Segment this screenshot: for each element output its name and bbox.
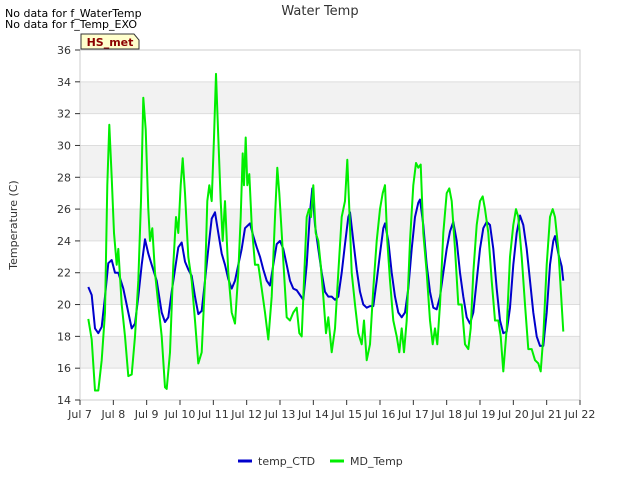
- x-tick-label: Jul 18: [430, 408, 462, 421]
- x-tick-label: Jul 16: [364, 408, 396, 421]
- y-tick-label: 26: [57, 203, 71, 216]
- x-tick-label: Jul 12: [230, 408, 262, 421]
- y-tick-label: 20: [57, 299, 71, 312]
- y-tick-label: 30: [57, 139, 71, 152]
- legend-label: MD_Temp: [350, 455, 403, 468]
- y-tick-label: 24: [57, 235, 71, 248]
- plot-band: [80, 145, 580, 178]
- y-tick-label: 34: [57, 76, 71, 89]
- x-tick-label: Jul 17: [397, 408, 429, 421]
- y-tick-label: 18: [57, 330, 71, 343]
- plot-band: [80, 209, 580, 241]
- legend-label: temp_CTD: [258, 455, 315, 468]
- plot-band: [80, 113, 580, 146]
- x-tick-label: Jul 15: [330, 408, 362, 421]
- y-axis-ticks: 14 16 18 20 22 24 26 28 30 32 34 36: [57, 44, 80, 407]
- y-tick-label: 36: [57, 44, 71, 57]
- hs-met-badge: HS_met: [80, 33, 140, 50]
- plot-band: [80, 50, 580, 82]
- y-tick-label: 14: [57, 394, 71, 407]
- y-axis-title: Temperature (C): [7, 180, 20, 270]
- x-tick-label: Jul 11: [197, 408, 229, 421]
- plot-band: [80, 368, 580, 400]
- x-tick-label: Jul 8: [100, 408, 125, 421]
- water-temp-chart: Jul 7 Jul 8 Jul 9 Jul 10 Jul 11 Jul 12 Jul 13 J…: [7, 4, 595, 468]
- x-tick-label: Jul 9: [134, 408, 159, 421]
- plot-band: [80, 177, 580, 210]
- y-tick-label: 28: [57, 171, 71, 184]
- x-tick-label: Jul 7: [67, 408, 92, 421]
- x-tick-label: Jul 20: [497, 408, 529, 421]
- plot-band: [80, 81, 580, 114]
- x-tick-label: Jul 10: [164, 408, 196, 421]
- x-axis-ticks: Jul 7 Jul 8 Jul 9 Jul 10 Jul 11 Jul 12 Jul 13 J…: [67, 400, 595, 421]
- badge-label: HS_met: [87, 36, 134, 49]
- x-tick-label: Jul 14: [297, 408, 329, 421]
- y-tick-label: 16: [57, 362, 71, 375]
- y-tick-label: 22: [57, 267, 71, 280]
- x-tick-label: Jul 21: [530, 408, 562, 421]
- x-tick-label: Jul 13: [264, 408, 296, 421]
- y-tick-label: 32: [57, 108, 71, 121]
- x-tick-label: Jul 19: [464, 408, 496, 421]
- legend: temp_CTD MD_Temp: [238, 455, 403, 468]
- chart-title: Water Temp: [281, 4, 358, 19]
- x-tick-label: Jul 22: [564, 408, 596, 421]
